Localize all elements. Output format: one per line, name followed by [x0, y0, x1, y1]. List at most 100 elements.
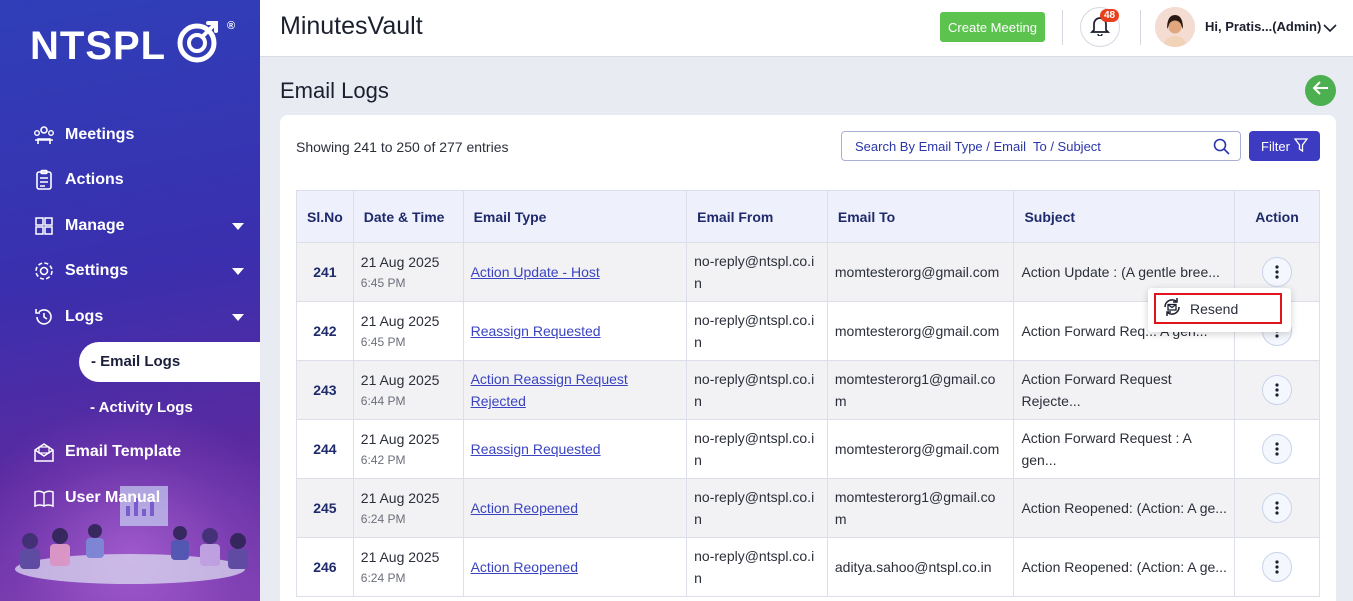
filter-icon	[1293, 137, 1309, 155]
column-header-email-from: Email From	[686, 190, 828, 243]
vertical-dots-icon	[1275, 442, 1279, 456]
date-text: 21 Aug 2025	[360, 313, 440, 329]
subject-cell: Action Reopened: (Action: A ge...	[1013, 478, 1236, 538]
email-from-cell: no-reply@ntspl.co.in	[686, 478, 828, 538]
sidebar-item-label: Settings	[65, 262, 129, 280]
email-type-link[interactable]: Reassign Requested	[471, 441, 601, 457]
sidebar-item-label: Meetings	[65, 125, 135, 143]
email-type-cell: Action Reopened	[462, 478, 688, 538]
email-type-cell: Reassign Requested	[462, 419, 688, 479]
search-box[interactable]	[841, 131, 1241, 161]
sidebar-item-label: Logs	[65, 307, 104, 325]
date-text: 21 Aug 2025	[360, 431, 440, 447]
email-from-cell: no-reply@ntspl.co.in	[686, 419, 828, 479]
entries-summary: Showing 241 to 250 of 277 entries	[296, 139, 509, 155]
more-options-button[interactable]	[1262, 552, 1293, 582]
date-time-cell: 21 Aug 2025 6:42 PM	[352, 419, 464, 479]
vertical-dots-icon	[1275, 501, 1279, 515]
email-to-cell: aditya.sahoo@ntspl.co.in	[826, 537, 1015, 597]
more-options-button[interactable]	[1262, 434, 1293, 464]
mail-template-icon	[32, 440, 56, 464]
sidebar-item-logs[interactable]: Logs	[0, 294, 260, 340]
email-type-link[interactable]: Action Reopened	[471, 559, 578, 575]
time-text: 6:45 PM	[360, 276, 406, 290]
app-title: MinutesVault	[280, 12, 423, 40]
sidebar-item-manage[interactable]: Manage	[0, 203, 260, 249]
email-to-cell: momtesterorg@gmail.com	[826, 242, 1015, 302]
user-greeting[interactable]: Hi, Pratis...(Admin)	[1205, 19, 1321, 34]
sidebar-item-settings[interactable]: Settings	[0, 249, 260, 295]
email-type-link[interactable]: Action Reopened	[471, 500, 578, 516]
date-text: 21 Aug 2025	[360, 372, 440, 388]
sl-no-cell: 246	[296, 537, 354, 597]
email-to-cell: momtesterorg1@gmail.com	[826, 478, 1015, 538]
sidebar-subitem-activity-logs[interactable]: - Activity Logs	[0, 385, 260, 430]
chevron-down-icon	[232, 222, 244, 230]
resend-label: Resend	[1190, 300, 1239, 317]
filter-button[interactable]: Filter	[1249, 131, 1320, 161]
create-meeting-button[interactable]: Create Meeting	[940, 12, 1045, 42]
email-logs-card: Showing 241 to 250 of 277 entries Filter…	[280, 115, 1336, 601]
history-icon	[32, 305, 56, 329]
sl-no-cell: 242	[296, 301, 354, 361]
email-to-cell: momtesterorg@gmail.com	[826, 419, 1015, 479]
email-from-cell: no-reply@ntspl.co.in	[686, 537, 828, 597]
action-cell	[1234, 419, 1320, 479]
action-cell	[1234, 360, 1320, 420]
back-button[interactable]	[1305, 75, 1336, 106]
brand-logo[interactable]: NTSPL ®	[30, 18, 235, 74]
notification-badge: 48	[1100, 9, 1120, 22]
sidebar-item-email-template[interactable]: Email Template	[0, 430, 260, 476]
email-type-cell: Reassign Requested	[462, 301, 688, 361]
top-header: MinutesVault Create Meeting 48 Hi, Prati…	[260, 0, 1353, 57]
email-from-cell: no-reply@ntspl.co.in	[686, 242, 828, 302]
date-time-cell: 21 Aug 2025 6:24 PM	[352, 478, 464, 538]
resend-button[interactable]: Resend	[1154, 293, 1282, 324]
date-text: 21 Aug 2025	[360, 549, 440, 565]
table-row: 245 21 Aug 2025 6:24 PM Action Reopened no-r…	[296, 478, 1320, 538]
sidebar-subitem-email-logs[interactable]: - Email Logs	[79, 341, 260, 382]
vertical-dots-icon	[1275, 383, 1279, 397]
column-header-action: Action	[1234, 190, 1320, 243]
vertical-dots-icon	[1275, 265, 1279, 279]
subject-cell: Action Forward Request Rejecte...	[1013, 360, 1236, 420]
column-header-email-type: Email Type	[462, 190, 688, 243]
sidebar: NTSPL ® Meetings Actions Manage Settings…	[0, 0, 260, 601]
logo-swirl-icon: ®	[174, 18, 235, 74]
book-icon	[32, 486, 56, 510]
page-title: Email Logs	[280, 78, 389, 103]
subject-cell: Action Reopened: (Action: A ge...	[1013, 537, 1236, 597]
row-action-menu: Resend	[1148, 288, 1291, 332]
time-text: 6:24 PM	[360, 512, 406, 526]
avatar[interactable]	[1155, 7, 1195, 47]
more-options-button[interactable]	[1262, 493, 1293, 523]
email-type-link[interactable]: Reassign Requested	[471, 323, 601, 339]
date-time-cell: 21 Aug 2025 6:45 PM	[352, 242, 464, 302]
sl-no-cell: 243	[296, 360, 354, 420]
chevron-down-icon	[232, 268, 244, 276]
email-type-cell: Action Update - Host	[462, 242, 688, 302]
clipboard-icon	[32, 168, 56, 192]
email-type-cell: Action Reassign Request Rejected	[462, 360, 688, 420]
column-header-subject: Subject	[1013, 190, 1236, 243]
email-from-cell: no-reply@ntspl.co.in	[686, 360, 828, 420]
more-options-button[interactable]	[1262, 375, 1293, 405]
sidebar-item-meetings[interactable]: Meetings	[0, 112, 260, 158]
column-header-email-to: Email To	[826, 190, 1015, 243]
chevron-down-icon[interactable]	[1323, 20, 1337, 38]
email-type-link[interactable]: Action Update - Host	[471, 264, 600, 280]
sidebar-item-actions[interactable]: Actions	[0, 158, 260, 204]
table-row: 244 21 Aug 2025 6:42 PM Reassign Requested n…	[296, 419, 1320, 479]
chevron-down-icon	[232, 313, 244, 321]
time-text: 6:45 PM	[360, 335, 406, 349]
time-text: 6:24 PM	[360, 571, 406, 585]
column-header-date-time: Date & Time	[352, 190, 464, 243]
sidebar-item-user-manual[interactable]: User Manual	[0, 475, 260, 521]
search-icon[interactable]	[1213, 138, 1230, 160]
more-options-button[interactable]	[1262, 257, 1293, 287]
email-type-link[interactable]: Action Reassign Request Rejected	[471, 371, 628, 409]
gear-icon	[32, 259, 56, 283]
search-input[interactable]	[842, 132, 1202, 160]
email-to-cell: momtesterorg1@gmail.com	[826, 360, 1015, 420]
date-time-cell: 21 Aug 2025 6:45 PM	[352, 301, 464, 361]
